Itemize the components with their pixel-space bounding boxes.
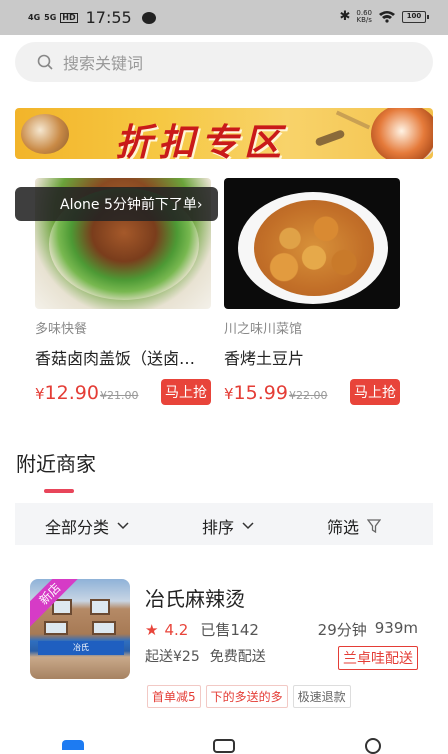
delivery-service-badge: 兰卓哇配送 [338, 646, 418, 670]
deal-old-price: ¥21.00 [99, 389, 139, 402]
deal-image[interactable] [224, 178, 400, 309]
fork-icon [335, 110, 371, 130]
funnel-icon [367, 519, 382, 533]
banner-title: 折扣专区 [115, 121, 287, 159]
deal-price: ¥12.90 [35, 382, 99, 404]
merchant-distance: 939m [374, 619, 418, 637]
deal-shop-name: 川之味川菜馆 [224, 322, 303, 337]
star-icon: ★ [145, 620, 159, 639]
filter-screen[interactable]: 筛选 [327, 514, 382, 538]
chevron-down-icon [242, 522, 254, 530]
merchant-name[interactable]: 冶氏麻辣烫 [145, 583, 245, 612]
wifi-icon [379, 11, 395, 23]
merchant-rating: 4.2 [164, 620, 189, 639]
deal-old-price: ¥22.00 [288, 389, 328, 402]
deal-item-name: 香菇卤肉盖饭（送卤… [35, 349, 196, 368]
bottom-nav [0, 734, 448, 754]
delivery-fee: 免费配送 [209, 649, 266, 665]
deal-price: ¥15.99 [224, 382, 288, 404]
signal-5g-icon: 5G [44, 12, 57, 22]
status-time: 17:55 [85, 8, 132, 27]
banner-food-image [371, 108, 433, 159]
battery-icon: 100 [402, 10, 429, 23]
service-tag: 极速退款 [292, 685, 351, 708]
search-icon [37, 54, 53, 70]
filter-label: 排序 [202, 518, 235, 537]
merchant-fees: 起送¥25 免费配送 [145, 646, 266, 666]
deal-card[interactable]: 川之味川菜馆 香烤土豆片 ¥15.99 ¥22.00 马上抢 [224, 178, 400, 405]
merchant-sold: 已售142 [200, 621, 259, 639]
order-toast[interactable]: Alone 5分钟前下了单› [15, 187, 218, 221]
merchant-image[interactable]: 冶氏 新店 [30, 579, 130, 679]
search-input[interactable]: 搜索关键词 [15, 42, 433, 82]
delivery-time: 29分钟 [317, 621, 367, 639]
status-bar: 4G 5G HD 17:55 ✱ 0.60 KB/s 100 [0, 0, 448, 35]
promo-tag: 下的多送的多 [205, 685, 288, 708]
spoon-icon [314, 129, 346, 147]
title-underline [44, 489, 74, 493]
home-icon[interactable] [62, 740, 84, 750]
discount-banner[interactable]: 折扣专区 [15, 108, 433, 159]
banner-food-image [21, 114, 69, 154]
filter-sort[interactable]: 排序 [202, 514, 254, 538]
chevron-down-icon [117, 522, 129, 530]
hd-icon: HD [60, 12, 78, 23]
deal-item-name: 香烤土豆片 [224, 349, 305, 368]
shop-sign: 冶氏 [38, 641, 124, 655]
filter-label: 筛选 [327, 518, 360, 537]
filter-label: 全部分类 [45, 518, 110, 537]
min-order: 起送¥25 [145, 649, 200, 665]
merchant-delivery-info: 29分钟 939m [318, 619, 418, 640]
network-speed: 0.60 KB/s [356, 8, 372, 24]
promo-tag: 首单减5 [147, 685, 201, 708]
message-notification-icon [141, 11, 156, 24]
deal-shop-name: 多味快餐 [35, 322, 88, 337]
signal-4g-icon: 4G [28, 12, 41, 22]
profile-icon[interactable] [365, 738, 381, 754]
nearby-merchants-title: 附近商家 [16, 452, 96, 476]
filter-bar: 全部分类 排序 筛选 [15, 503, 433, 545]
filter-all-categories[interactable]: 全部分类 [45, 514, 129, 538]
orders-icon[interactable] [213, 739, 235, 753]
grab-now-button[interactable]: 马上抢 [161, 379, 211, 405]
grab-now-button[interactable]: 马上抢 [350, 379, 400, 405]
bluetooth-icon: ✱ [339, 9, 351, 24]
promo-tags: 首单减5 下的多送的多 极速退款 [147, 685, 351, 708]
search-placeholder: 搜索关键词 [63, 54, 144, 73]
